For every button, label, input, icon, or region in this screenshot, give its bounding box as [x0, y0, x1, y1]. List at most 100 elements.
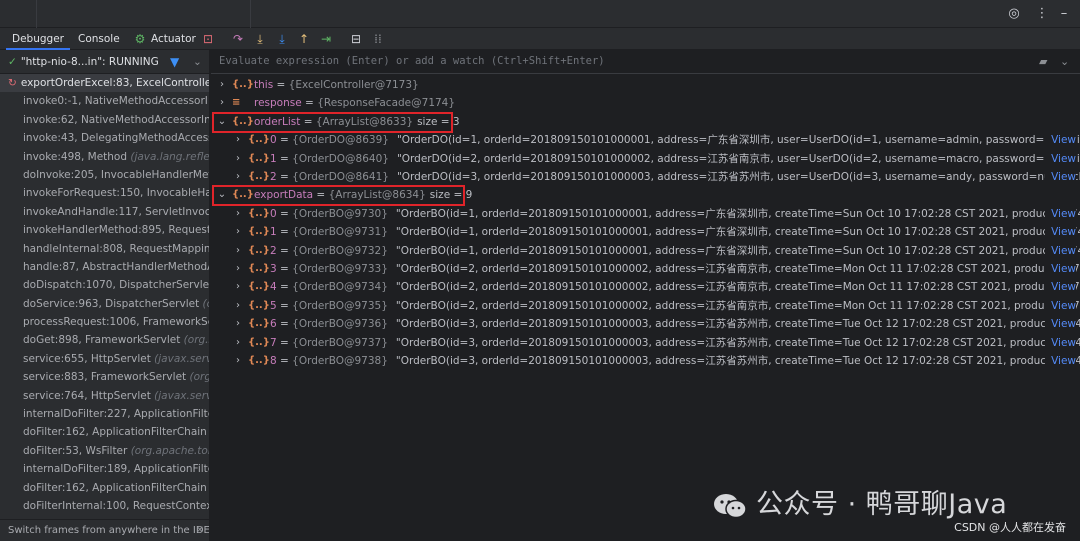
view-link[interactable]: View: [1045, 149, 1076, 168]
object-icon: {..}: [248, 152, 270, 164]
stack-frame[interactable]: processRequest:1006, FrameworkSer: [0, 313, 209, 331]
frame-method: doGet:898, FrameworkServlet: [23, 334, 184, 347]
evaluate-icon[interactable]: ⊟: [348, 31, 364, 47]
minimize-icon[interactable]: –: [1056, 6, 1072, 22]
stack-frame[interactable]: handle:87, AbstractHandlerMethodA: [0, 258, 209, 276]
step-over-icon[interactable]: ⤓: [252, 31, 268, 47]
chevron-right-icon[interactable]: ›: [233, 205, 243, 223]
stack-frame[interactable]: invokeForRequest:150, InvocableHa: [0, 184, 209, 202]
thread-selector[interactable]: ✓ "http-nio-8...in": RUNNING ▼ ⌄: [0, 50, 209, 74]
chevron-right-icon[interactable]: ›: [233, 297, 243, 315]
stack-frame[interactable]: invoke:43, DelegatingMethodAccess: [0, 129, 209, 147]
frame-package: (org.sp: [183, 334, 209, 347]
chevron-right-icon[interactable]: ›: [233, 260, 243, 278]
tab-actuator[interactable]: Actuator: [145, 28, 202, 50]
view-link[interactable]: View: [1045, 260, 1076, 279]
chevron-right-icon[interactable]: ›: [233, 315, 243, 333]
stop-icon[interactable]: ⊡: [200, 31, 216, 47]
step-out-icon[interactable]: ↑: [296, 31, 312, 47]
stack-frame[interactable]: internalDoFilter:227, ApplicationFilte: [0, 405, 209, 423]
view-link[interactable]: View: [1045, 168, 1076, 187]
stack-frame[interactable]: service:655, HttpServlet (javax.servle: [0, 350, 209, 368]
filter-icon[interactable]: ▼: [170, 50, 179, 74]
chevron-right-icon[interactable]: ›: [233, 242, 243, 260]
resume-icon[interactable]: ⇥: [318, 31, 334, 47]
chevron-right-icon[interactable]: ›: [217, 94, 227, 112]
chevron-right-icon[interactable]: ›: [233, 131, 243, 149]
chevron-right-icon[interactable]: ›: [233, 168, 243, 186]
stack-frame[interactable]: service:883, FrameworkServlet (org.s: [0, 368, 209, 386]
view-link[interactable]: View: [1045, 131, 1076, 150]
object-icon: {..}: [248, 263, 270, 274]
stack-frame[interactable]: doInvoke:205, InvocableHandlerMet: [0, 166, 209, 184]
view-link[interactable]: View: [1045, 333, 1076, 352]
chevron-right-icon[interactable]: ›: [233, 334, 243, 352]
variable-row[interactable]: › {..} 0 = {OrderDO@8639} "OrderDO(id=1, or…: [211, 131, 1080, 150]
variable-content: 0 = {OrderDO@8639} "OrderDO(id=1, orderId…: [270, 131, 1080, 149]
variable-row[interactable]: › {..} 8 = {OrderBO@9738} "OrderBO(id=3, or…: [211, 352, 1080, 371]
variable-row[interactable]: › {..} 1 = {OrderDO@8640} "OrderDO(id=2, or…: [211, 149, 1080, 168]
chevron-down-icon[interactable]: ⌄: [193, 50, 202, 74]
variable-row[interactable]: › {..} 0 = {OrderBO@9730} "OrderBO(id=1, or…: [211, 204, 1080, 224]
frame-method: internalDoFilter:189, ApplicationFilte: [23, 463, 209, 476]
stack-frame[interactable]: service:764, HttpServlet (javax.servl: [0, 387, 209, 405]
divider: [250, 0, 251, 28]
view-link[interactable]: View: [1045, 278, 1076, 297]
stack-frame[interactable]: doFilter:162, ApplicationFilterChain (: [0, 479, 209, 497]
record-icon[interactable]: ◎: [1006, 6, 1022, 22]
variable-row[interactable]: › {..} 4 = {OrderBO@9734} "OrderBO(id=2, or…: [211, 278, 1080, 297]
view-link[interactable]: View: [1045, 315, 1076, 334]
stack-frame[interactable]: invoke:498, Method (java.lang.reflect: [0, 148, 209, 166]
variable-row[interactable]: › {..} 2 = {OrderBO@9732} "OrderBO(id=1, or…: [211, 241, 1080, 260]
step-back-icon[interactable]: ↷: [230, 31, 246, 47]
view-link[interactable]: View: [1045, 241, 1076, 260]
stack-frame[interactable]: invoke0:-1, NativeMethodAccessorI: [0, 92, 209, 110]
tab-debugger[interactable]: Debugger: [6, 28, 70, 50]
stack-frame[interactable]: doDispatch:1070, DispatcherServlet: [0, 276, 209, 294]
view-link[interactable]: View: [1045, 223, 1076, 242]
variable-row[interactable]: › {..} 5 = {OrderBO@9735} "OrderBO(id=2, or…: [211, 296, 1080, 316]
chevron-right-icon[interactable]: ›: [233, 223, 243, 241]
stack-frame[interactable]: ↻ exportOrderExcel:83, ExcelControlle: [0, 74, 209, 93]
frame-method: exportOrderExcel:83, ExcelControlle: [20, 77, 209, 89]
chevron-right-icon[interactable]: ›: [233, 278, 243, 296]
view-link[interactable]: View: [1045, 296, 1076, 316]
evaluate-expression-input[interactable]: Evaluate expression (Enter) or add a wat…: [211, 50, 1080, 74]
chevron-right-icon[interactable]: ›: [233, 352, 243, 370]
variable-row[interactable]: › {..} 3 = {OrderBO@9733} "OrderBO(id=2, or…: [211, 260, 1080, 279]
frame-method: service:883, FrameworkServlet: [23, 371, 190, 384]
stack-frame[interactable]: doFilter:53, WsFilter (org.apache.tor: [0, 442, 209, 460]
close-icon[interactable]: ✕: [196, 520, 204, 541]
frame-package: (org.s: [189, 371, 209, 384]
chevron-right-icon[interactable]: ›: [217, 76, 227, 94]
stack-frame[interactable]: doFilter:162, ApplicationFilterChain (: [0, 423, 209, 441]
stack-frame[interactable]: internalDoFilter:189, ApplicationFilte: [0, 460, 209, 478]
stack-frame[interactable]: doFilterInternal:100, RequestContext: [0, 497, 209, 515]
chevron-down-icon[interactable]: ⌄: [1060, 55, 1069, 68]
stack-frame[interactable]: handleInternal:808, RequestMapping: [0, 240, 209, 258]
tab-console[interactable]: Console: [72, 28, 126, 50]
stack-frame[interactable]: invokeAndHandle:117, ServletInvoca: [0, 203, 209, 221]
variable-row[interactable]: › {..} 1 = {OrderBO@9731} "OrderBO(id=1, or…: [211, 223, 1080, 242]
variable-type: {OrderBO@9734}: [292, 281, 388, 294]
view-link[interactable]: View: [1045, 204, 1076, 224]
variable-row[interactable]: › {..} 7 = {OrderBO@9737} "OrderBO(id=3, or…: [211, 333, 1080, 352]
variable-row[interactable]: › {..} 2 = {OrderDO@8641} "OrderDO(id=3, or…: [211, 168, 1080, 187]
bookmark-icon[interactable]: ▰: [1039, 55, 1047, 68]
chevron-right-icon[interactable]: ›: [233, 150, 243, 168]
variable-content: 2 = {OrderBO@9732} "OrderBO(id=1, orderId…: [270, 242, 1080, 260]
stack-frame[interactable]: invoke:62, NativeMethodAccessorIn: [0, 111, 209, 129]
variable-row[interactable]: › {..} 6 = {OrderBO@9736} "OrderBO(id=3, or…: [211, 315, 1080, 334]
variable-row[interactable]: › {..} this = {ExcelController@7173}: [211, 76, 1080, 94]
variable-name: 1: [270, 152, 277, 165]
variable-row[interactable]: › ≡ response = {ResponseFacade@7174}: [211, 94, 1080, 112]
view-link[interactable]: View: [1045, 352, 1076, 371]
equals-sign: =: [276, 263, 293, 275]
stack-frame[interactable]: doService:963, DispatcherServlet (or: [0, 295, 209, 313]
more-icon[interactable]: ⋮: [1034, 6, 1050, 22]
step-into-icon[interactable]: ⤓: [274, 31, 290, 47]
variable-value: "OrderBO(id=3, orderId=20180915010100000…: [395, 318, 1080, 331]
layout-icon[interactable]: ⁞⁞: [370, 31, 386, 47]
stack-frame[interactable]: doGet:898, FrameworkServlet (org.sp: [0, 331, 209, 349]
stack-frame[interactable]: invokeHandlerMethod:895, RequestM: [0, 221, 209, 239]
